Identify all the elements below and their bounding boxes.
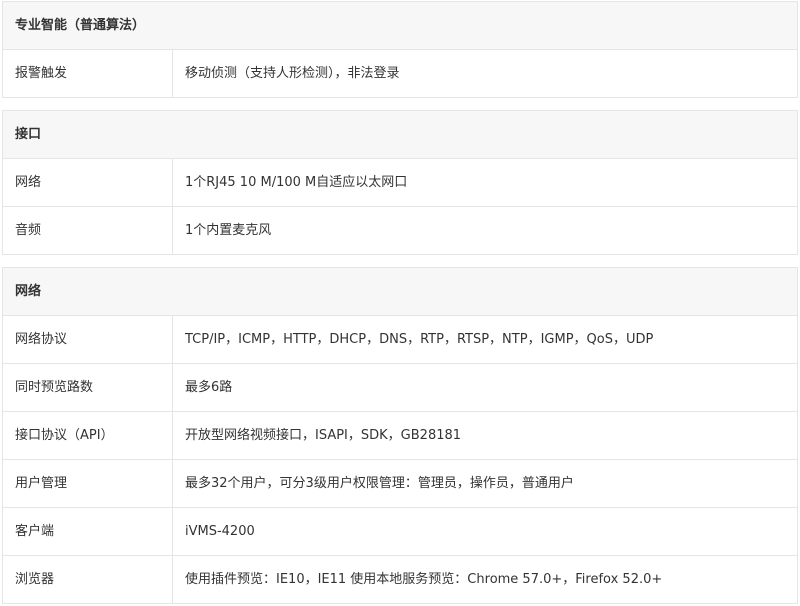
spec-label: 同时预览路数 <box>3 364 173 411</box>
spec-value: 1个RJ45 10 M/100 M自适应以太网口 <box>185 175 408 190</box>
table-row: 浏览器 使用插件预览：IE10，IE11 使用本地服务预览：Chrome 57.… <box>3 555 797 603</box>
table-row: 客户端 iVMS-4200 <box>3 507 797 555</box>
spec-value: TCP/IP，ICMP，HTTP，DHCP，DNS，RTP，RTSP，NTP，I… <box>185 332 654 347</box>
section-title: 接口 <box>3 111 797 158</box>
section-title: 网络 <box>3 268 797 315</box>
spec-label: 报警触发 <box>3 50 173 97</box>
spec-value: iVMS-4200 <box>185 524 255 539</box>
spec-label: 网络 <box>3 159 173 206</box>
spec-value: 最多6路 <box>185 380 233 395</box>
spec-label: 用户管理 <box>3 460 173 507</box>
spec-label: 浏览器 <box>3 556 173 603</box>
spec-value: 移动侦测（支持人形检测），非法登录 <box>185 66 400 81</box>
table-row: 网络协议 TCP/IP，ICMP，HTTP，DHCP，DNS，RTP，RTSP，… <box>3 315 797 363</box>
spec-value: 最多32个用户，可分3级用户权限管理：管理员，操作员，普通用户 <box>185 476 574 491</box>
spec-label: 网络协议 <box>3 316 173 363</box>
spec-label: 客户端 <box>3 508 173 555</box>
spec-label: 音频 <box>3 207 173 254</box>
table-row: 网络 1个RJ45 10 M/100 M自适应以太网口 <box>3 158 797 206</box>
spec-value: 1个内置麦克风 <box>185 223 272 238</box>
table-row: 同时预览路数 最多6路 <box>3 363 797 411</box>
spec-page: 专业智能（普通算法） 报警触发 移动侦测（支持人形检测），非法登录 接口 网络 … <box>0 0 800 606</box>
section-title: 专业智能（普通算法） <box>3 2 797 49</box>
section-interfaces: 接口 网络 1个RJ45 10 M/100 M自适应以太网口 音频 1个内置麦克… <box>2 110 798 255</box>
section-smart-features: 专业智能（普通算法） 报警触发 移动侦测（支持人形检测），非法登录 <box>2 1 798 98</box>
section-network: 网络 网络协议 TCP/IP，ICMP，HTTP，DHCP，DNS，RTP，RT… <box>2 267 798 604</box>
table-row: 用户管理 最多32个用户，可分3级用户权限管理：管理员，操作员，普通用户 <box>3 459 797 507</box>
spec-value: 使用插件预览：IE10，IE11 使用本地服务预览：Chrome 57.0+，F… <box>185 572 663 587</box>
table-row: 接口协议（API） 开放型网络视频接口，ISAPI，SDK，GB28181 <box>3 411 797 459</box>
spec-label: 接口协议（API） <box>3 412 173 459</box>
table-row: 报警触发 移动侦测（支持人形检测），非法登录 <box>3 49 797 97</box>
table-row: 音频 1个内置麦克风 <box>3 206 797 254</box>
spec-value: 开放型网络视频接口，ISAPI，SDK，GB28181 <box>185 428 462 443</box>
